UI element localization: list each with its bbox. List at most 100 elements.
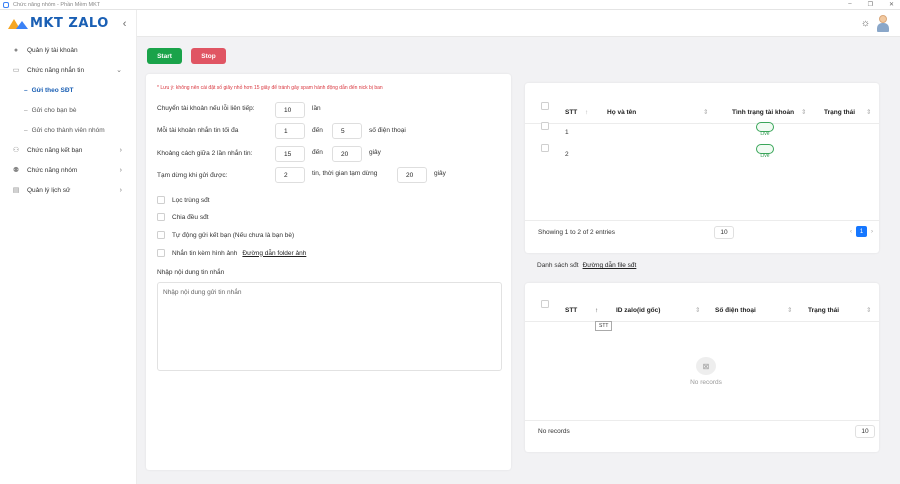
column-account-status[interactable]: Tình trạng tài khoản <box>732 102 794 124</box>
checkbox-box[interactable] <box>157 213 165 221</box>
sidebar-item-add-friend[interactable]: ⚇ Chức năng kết bạn › <box>0 140 136 160</box>
phone-list-label: Danh sách sđt Đường dẫn file sđt <box>537 262 636 269</box>
per-account-to-input[interactable]: 5 <box>332 123 362 139</box>
page-size-select[interactable]: 10 <box>714 226 734 239</box>
sidebar-subitem-send-by-phone[interactable]: – Gửi theo SĐT <box>0 80 136 100</box>
column-state[interactable]: Trạng thái <box>808 300 839 322</box>
column-phone[interactable]: Số điện thoại <box>715 300 756 322</box>
sidebar-item-group[interactable]: ⚉ Chức năng nhóm › <box>0 160 136 180</box>
stop-button[interactable]: Stop <box>191 48 226 64</box>
window-titlebar: Chức năng nhóm - Phần Mềm MKT – ❐ ✕ <box>0 0 900 10</box>
close-button[interactable]: ✕ <box>889 1 894 8</box>
select-all-checkbox[interactable] <box>541 300 549 308</box>
sidebar-item-accounts[interactable]: ● Quản lý tài khoản <box>0 40 136 60</box>
avatar[interactable] <box>875 14 891 32</box>
interval-to-input[interactable]: 20 <box>332 146 362 162</box>
settings-panel: * Lưu ý: không nên cài đặt số giây nhỏ h… <box>146 74 511 470</box>
status-badge: Live <box>756 144 774 159</box>
user-group-icon: ● <box>13 46 19 54</box>
sort-icon[interactable]: ⇕ <box>703 102 708 124</box>
warning-note: * Lưu ý: không nên cài đặt số giây nhỏ h… <box>157 85 383 91</box>
window-title: Chức năng nhóm - Phần Mềm MKT <box>13 1 101 8</box>
pagination: ‹ 1 › <box>850 226 873 237</box>
column-state[interactable]: Trạng thái <box>824 102 855 124</box>
page-button-current[interactable]: 1 <box>856 226 867 237</box>
sort-icon[interactable]: ⇕ <box>695 300 700 322</box>
collapse-sidebar-icon[interactable]: ‹ <box>123 18 127 30</box>
sort-icon[interactable]: ⇕ <box>801 102 806 124</box>
to-label: đến <box>312 127 323 134</box>
sidebar-item-messaging[interactable]: ▭ Chức năng nhắn tin ⌄ <box>0 60 136 80</box>
column-name[interactable]: Họ và tên <box>607 102 636 124</box>
top-header: ☼ <box>137 10 900 37</box>
sort-tooltip: STT <box>595 321 613 331</box>
group-icon: ⚉ <box>12 166 20 174</box>
row-checkbox[interactable] <box>541 144 549 152</box>
sort-up-icon[interactable]: ↑ <box>585 102 588 124</box>
column-stt[interactable]: STT <box>565 300 577 322</box>
split-evenly-checkbox[interactable]: Chia đều sđt <box>157 213 209 221</box>
to-label: đến <box>312 149 323 156</box>
sort-icon[interactable]: ⇕ <box>787 300 792 322</box>
switch-account-label: Chuyển tài khoản nếu lỗi liên tiếp: <box>157 105 255 112</box>
minimize-button[interactable]: – <box>848 1 851 8</box>
checkbox-box[interactable] <box>157 196 165 204</box>
per-account-label: Mỗi tài khoản nhắn tin tối đa <box>157 127 239 134</box>
pause-mid-label: tin, thời gian tạm dừng <box>312 170 378 177</box>
sidebar-subitem-label: Gửi cho bạn bè <box>31 106 77 114</box>
message-icon: ▭ <box>12 66 20 74</box>
sort-icon[interactable]: ⇕ <box>866 300 871 322</box>
interval-from-input[interactable]: 15 <box>275 146 305 162</box>
checkbox-box[interactable] <box>157 231 165 239</box>
checkbox-label: Chia đều sđt <box>172 213 209 221</box>
next-page-button[interactable]: › <box>871 229 873 235</box>
column-stt[interactable]: STT <box>565 102 577 124</box>
sort-icon[interactable]: ⇕ <box>866 102 871 124</box>
sort-up-icon[interactable]: ↑ <box>595 300 598 322</box>
interval-label: Khoảng cách giữa 2 lần nhắn tin: <box>157 150 253 157</box>
logo-mountain-icon <box>8 18 28 29</box>
empty-box-icon: ⊠ <box>696 357 716 375</box>
table-row[interactable]: 2 Live <box>525 144 879 166</box>
phone-list-title: Danh sách sđt <box>537 262 579 269</box>
prev-page-button[interactable]: ‹ <box>850 229 852 235</box>
message-label: Nhập nội dung tin nhắn <box>157 269 225 276</box>
column-zalo-id[interactable]: ID zalo(id gốc) <box>616 300 660 322</box>
accounts-table-panel: STT ↑ Họ và tên ⇕ Tình trạng tài khoản ⇕… <box>525 83 879 253</box>
row-stt: 2 <box>565 151 569 158</box>
filter-duplicate-checkbox[interactable]: Lọc trùng sđt <box>157 196 210 204</box>
auto-add-friend-checkbox[interactable]: Tự động gửi kết bạn (Nếu chưa là bạn bè) <box>157 231 294 239</box>
maximize-button[interactable]: ❐ <box>868 1 873 8</box>
start-button[interactable]: Start <box>147 48 182 64</box>
sidebar-subitem-send-to-group-members[interactable]: – Gửi cho thành viên nhóm <box>0 120 136 140</box>
sidebar-item-label: Quản lý tài khoản <box>27 46 78 54</box>
sidebar-item-history[interactable]: ▤ Quản lý lịch sử › <box>0 180 136 200</box>
image-folder-link[interactable]: Đường dẫn folder ảnh <box>242 250 306 257</box>
page-size-select[interactable]: 10 <box>855 425 875 438</box>
interval-unit: giây <box>369 149 381 156</box>
footer-bar <box>137 480 900 484</box>
table-header: STT ↑ ID zalo(id gốc) ⇕ Số điện thoại ⇕ … <box>525 300 879 322</box>
table-header: STT ↑ Họ và tên ⇕ Tình trạng tài khoản ⇕… <box>525 102 879 124</box>
row-checkbox[interactable] <box>541 122 549 130</box>
checkbox-box[interactable] <box>157 249 165 257</box>
phone-file-link[interactable]: Đường dẫn file sđt <box>583 262 637 269</box>
table-info: Showing 1 to 2 of 2 entries <box>538 229 615 236</box>
sidebar-subitem-send-to-friends[interactable]: – Gửi cho bạn bè <box>0 100 136 120</box>
select-all-checkbox[interactable] <box>541 102 549 110</box>
sidebar-item-label: Chức năng kết bạn <box>27 146 83 154</box>
row-stt: 1 <box>565 129 569 136</box>
checkbox-label: Lọc trùng sđt <box>172 196 210 204</box>
attach-image-checkbox[interactable]: Nhắn tin kèm hình ảnh Đường dẫn folder ả… <box>157 249 306 257</box>
sidebar-subitem-label: Gửi theo SĐT <box>31 86 74 94</box>
pause-time-input[interactable]: 20 <box>397 167 427 183</box>
message-textarea[interactable]: Nhập nội dung gửi tin nhắn <box>157 282 502 371</box>
pause-count-input[interactable]: 2 <box>275 167 305 183</box>
empty-text: No records <box>690 379 722 386</box>
chevron-right-icon: › <box>119 146 122 154</box>
theme-toggle-sun-icon[interactable]: ☼ <box>861 18 870 29</box>
per-account-from-input[interactable]: 1 <box>275 123 305 139</box>
table-row[interactable]: 1 Live <box>525 122 879 144</box>
switch-account-input[interactable]: 10 <box>275 102 305 118</box>
pause-unit: giây <box>434 170 446 177</box>
